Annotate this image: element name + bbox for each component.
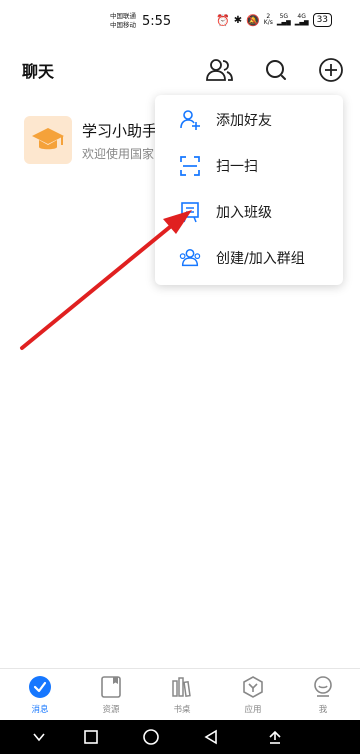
app-icon xyxy=(243,676,263,698)
join-class-icon xyxy=(179,201,201,223)
nav-label: 应用 xyxy=(244,705,262,715)
net-speed: 2 K/s xyxy=(264,14,273,26)
net-speed-unit: K/s xyxy=(263,19,273,26)
nav-label: 资源 xyxy=(102,705,120,715)
chat-avatar xyxy=(24,116,72,164)
menu-item-label: 创建/加入群组 xyxy=(216,251,305,267)
menu-item-label: 加入班级 xyxy=(216,205,272,221)
group-icon xyxy=(179,247,201,269)
network-type-2: 4G xyxy=(297,13,306,20)
nav-item-app[interactable]: 应用 xyxy=(225,675,281,719)
popup-menu: 添加好友 扫一扫 加入班级 创建/加入群组 xyxy=(155,95,343,285)
add-button[interactable] xyxy=(315,54,347,86)
sys-back-button[interactable] xyxy=(198,724,224,750)
network-type: 5G xyxy=(279,13,289,20)
menu-item-label: 扫一扫 xyxy=(216,159,258,175)
sys-home-button[interactable] xyxy=(138,724,164,750)
search-icon xyxy=(266,60,286,80)
carrier-info: 中国联通 中国移动 xyxy=(110,12,136,30)
carrier-2: 中国移动 xyxy=(110,21,136,29)
page-title: 聊天 xyxy=(22,62,55,81)
sys-collapse-button[interactable] xyxy=(26,724,52,750)
profile-icon xyxy=(314,676,332,697)
network-5g: 5G ▂▄▆ xyxy=(276,13,291,26)
nav-item-desk[interactable]: 书桌 xyxy=(154,675,210,719)
search-button[interactable] xyxy=(260,54,292,86)
nav-label: 我 xyxy=(318,705,328,715)
status-icons: ⏰ ✱ 🔕 2 K/s 5G ▂▄▆ 4G ▂▄▆ 33 xyxy=(216,13,333,27)
menu-item-group[interactable]: 创建/加入群组 xyxy=(155,235,343,281)
contacts-icon xyxy=(206,59,233,81)
bluetooth-icon: ✱ xyxy=(233,14,243,26)
nav-label: 消息 xyxy=(31,705,49,715)
resource-icon xyxy=(101,676,121,698)
nav-item-profile[interactable]: 我 xyxy=(295,675,351,719)
add-circle-icon xyxy=(319,58,343,82)
nav-label: 书桌 xyxy=(173,705,191,715)
nav-item-message[interactable]: 消息 xyxy=(12,675,68,719)
arrow-up-bar-icon xyxy=(269,730,281,744)
header: 聊天 xyxy=(0,48,360,92)
sys-recents-button[interactable] xyxy=(78,724,104,750)
network-4g: 4G ▂▄▆ xyxy=(294,13,309,26)
nav-item-resource[interactable]: 资源 xyxy=(83,675,139,719)
graduation-cap-icon xyxy=(32,128,64,150)
mute-icon: 🔕 xyxy=(246,13,260,27)
add-friend-icon xyxy=(179,109,201,131)
desk-icon xyxy=(172,677,191,698)
battery-icon: 33 xyxy=(312,13,333,27)
menu-item-join-class[interactable]: 加入班级 xyxy=(155,189,343,235)
menu-item-label: 添加好友 xyxy=(216,113,272,129)
circle-icon xyxy=(143,729,159,745)
chevron-down-icon xyxy=(33,733,45,742)
bottom-nav: 消息 资源 书桌 应用 我 xyxy=(0,668,360,720)
status-bar: 中国联通 中国移动 5:55 ⏰ ✱ 🔕 2 K/s 5G ▂▄▆ 4G ▂▄▆ 3… xyxy=(0,0,360,42)
scan-icon xyxy=(179,155,201,177)
carrier-1: 中国联通 xyxy=(110,12,136,20)
chat-preview: 欢迎使用国家 xyxy=(82,147,155,161)
contacts-button[interactable] xyxy=(204,54,236,86)
sys-dock-button[interactable] xyxy=(262,724,288,750)
screen: 中国联通 中国移动 5:55 ⏰ ✱ 🔕 2 K/s 5G ▂▄▆ 4G ▂▄▆ 3… xyxy=(0,0,360,754)
alarm-icon: ⏰ xyxy=(216,13,230,27)
square-icon xyxy=(84,730,98,744)
clock: 5:55 xyxy=(142,14,172,29)
system-nav-bar xyxy=(0,720,360,754)
message-icon xyxy=(29,676,51,698)
menu-item-add-friend[interactable]: 添加好友 xyxy=(155,97,343,143)
chat-name: 学习小助手 xyxy=(82,122,158,140)
menu-item-scan[interactable]: 扫一扫 xyxy=(155,143,343,189)
triangle-back-icon xyxy=(204,729,217,745)
